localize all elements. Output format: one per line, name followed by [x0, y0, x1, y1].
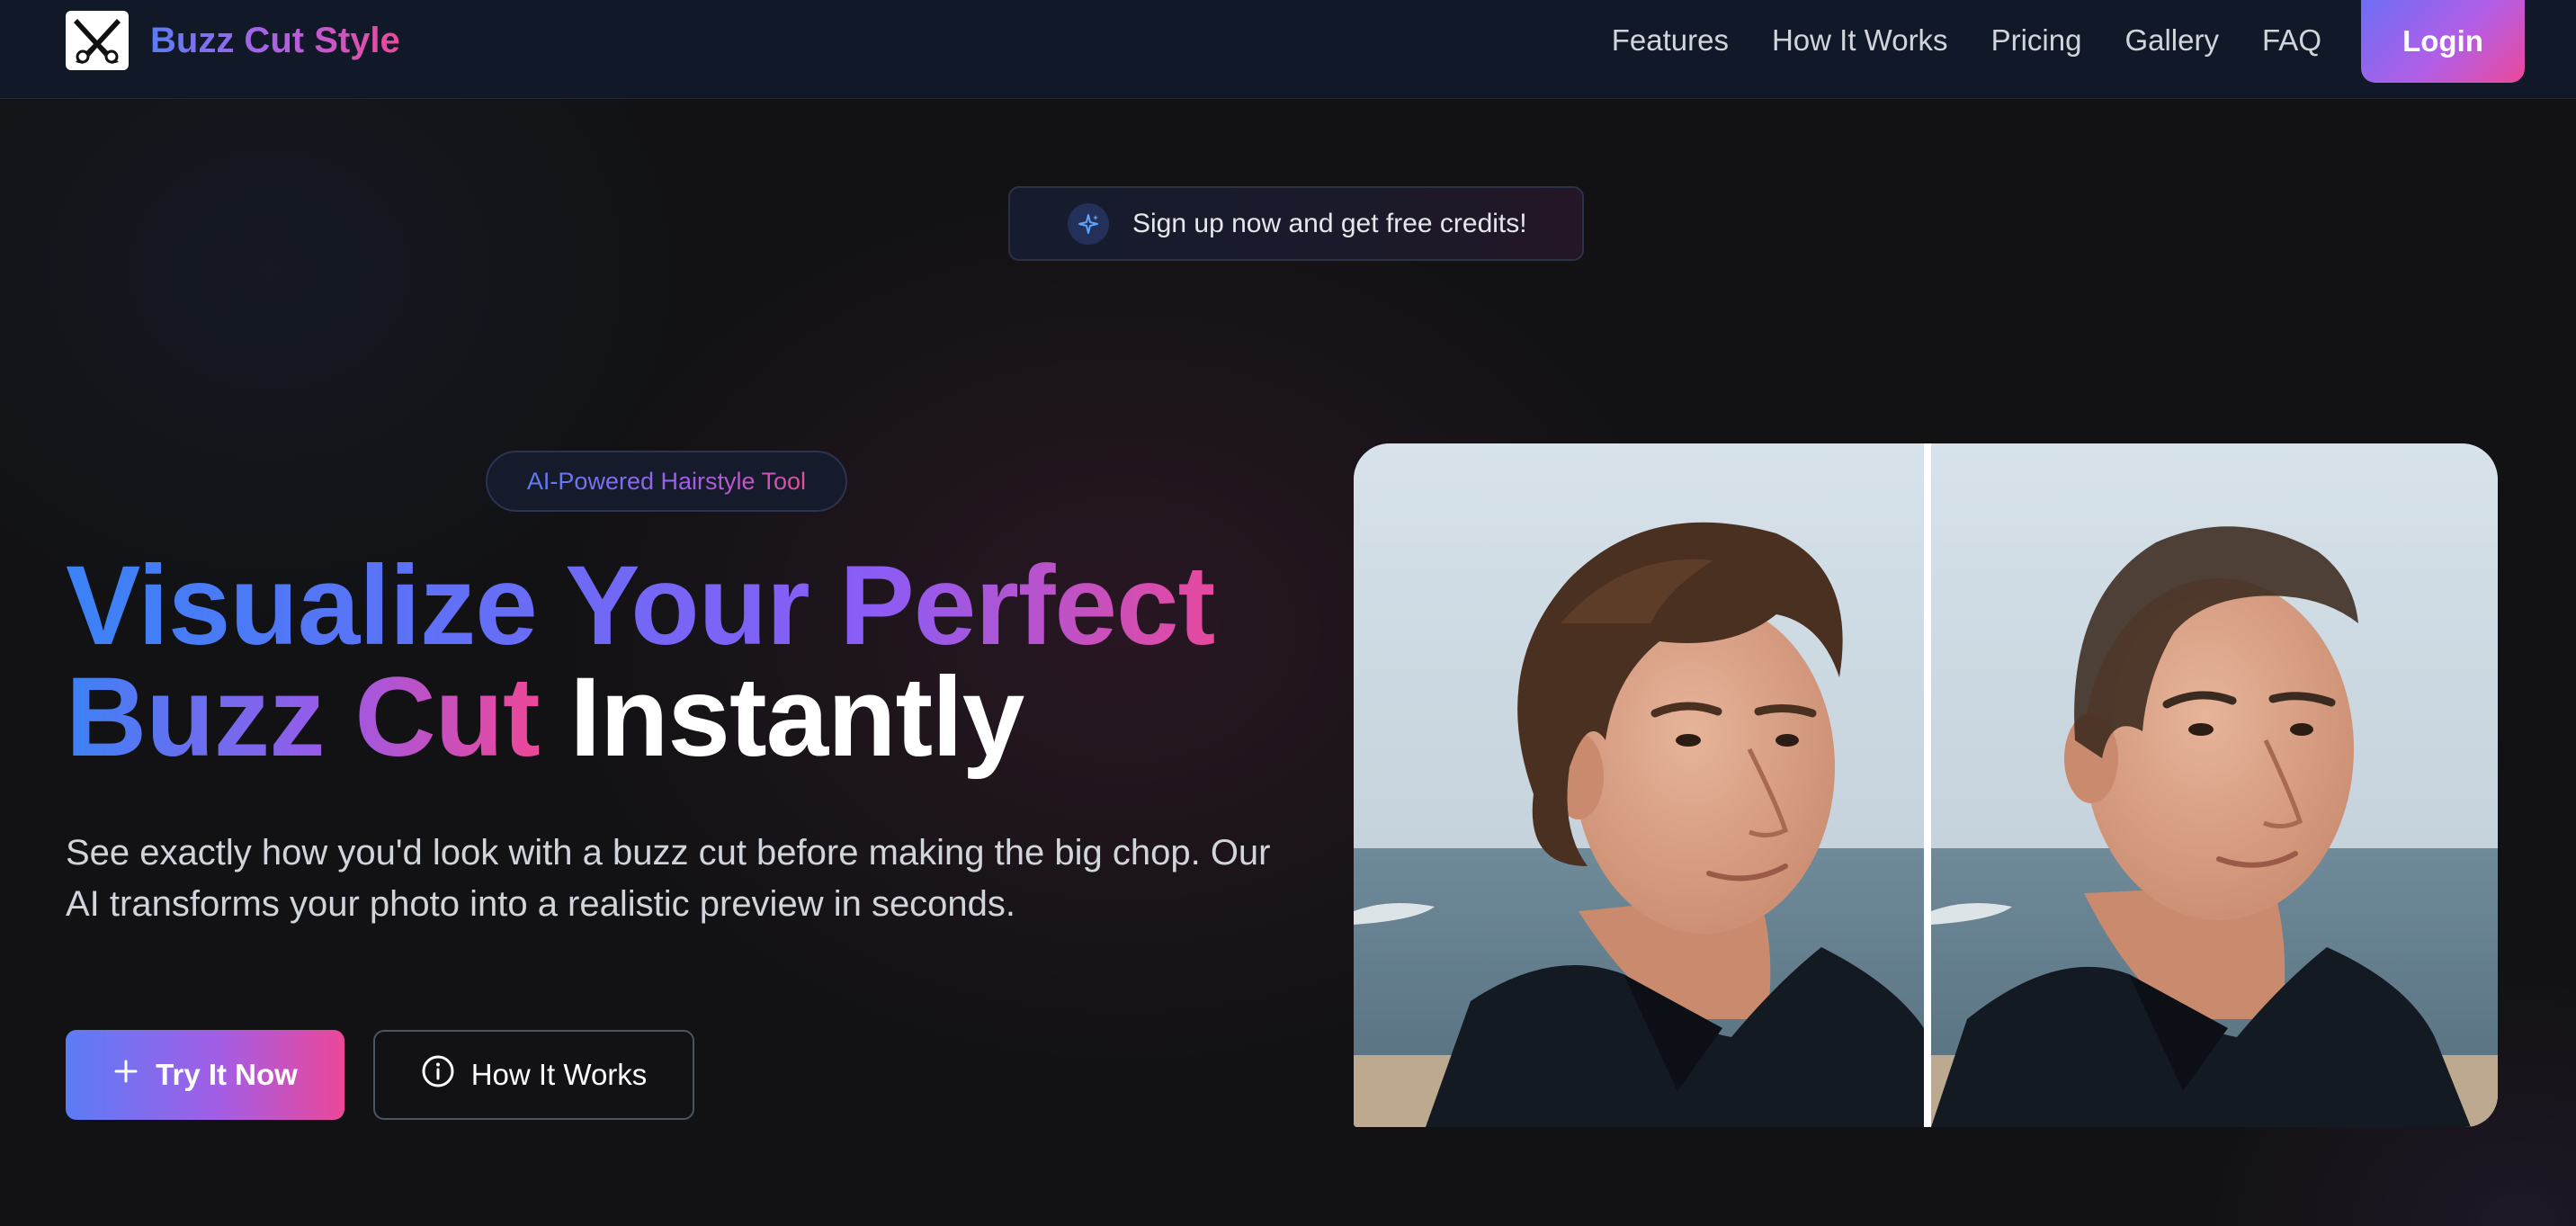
nav-link-how-it-works[interactable]: How It Works	[1772, 23, 1948, 58]
try-it-now-label: Try It Now	[156, 1058, 298, 1091]
login-button[interactable]: Login	[2361, 0, 2525, 83]
comparison-divider	[1924, 443, 1931, 1127]
info-icon	[421, 1054, 455, 1096]
feature-badge: AI-Powered Hairstyle Tool	[486, 451, 847, 512]
how-it-works-label: How It Works	[470, 1058, 648, 1091]
announcement-banner[interactable]: Sign up now and get free credits!	[1008, 186, 1584, 261]
nav-links: Features How It Works Pricing Gallery FA…	[1612, 0, 2321, 81]
plus-icon	[112, 1058, 139, 1092]
announcement-text: Sign up now and get free credits!	[1132, 208, 1527, 238]
brand-home-link[interactable]: Buzz Cut Style	[66, 11, 400, 70]
after-photo-panel	[1931, 443, 2498, 1127]
before-after-comparison-image	[1354, 443, 2498, 1127]
brand-name: Buzz Cut Style	[150, 20, 400, 60]
nav-link-pricing[interactable]: Pricing	[1991, 23, 2082, 58]
headline-plain-word: Instantly	[569, 655, 1024, 780]
hero-headline: Visualize Your Perfect Buzz Cut Instantl…	[66, 543, 1215, 774]
scissors-logo-icon	[66, 11, 129, 70]
headline-line-1: Visualize Your Perfect	[66, 543, 1215, 668]
how-it-works-button[interactable]: How It Works	[373, 1030, 694, 1120]
try-it-now-button[interactable]: Try It Now	[66, 1030, 344, 1120]
sparkle-icon	[1068, 203, 1109, 245]
nav-link-faq[interactable]: FAQ	[2262, 23, 2321, 58]
top-navbar: Buzz Cut Style Features How It Works Pri…	[0, 0, 2576, 99]
nav-link-features[interactable]: Features	[1612, 23, 1729, 58]
headline-gradient-words: Buzz Cut	[66, 655, 541, 780]
nav-link-gallery[interactable]: Gallery	[2124, 23, 2219, 58]
headline-line-2: Buzz Cut Instantly	[66, 661, 1214, 774]
hero-subtext: See exactly how you'd look with a buzz c…	[66, 833, 1271, 924]
before-photo-panel	[1354, 443, 1924, 1127]
feature-badge-text: AI-Powered Hairstyle Tool	[526, 467, 807, 495]
